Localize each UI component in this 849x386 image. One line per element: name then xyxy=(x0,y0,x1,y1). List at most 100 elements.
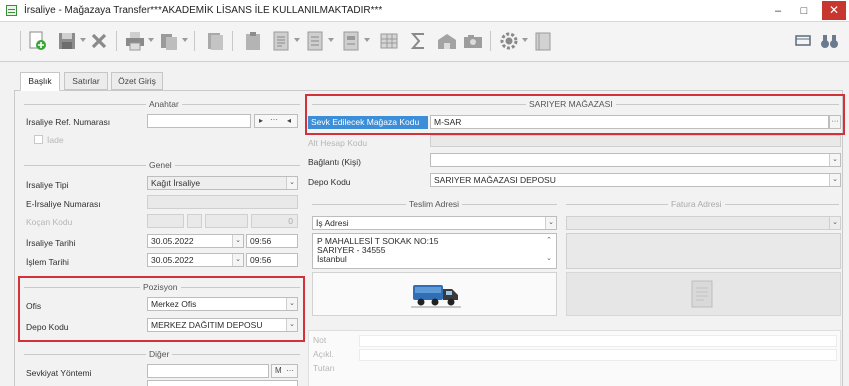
baglanti-select[interactable]: ⌄ xyxy=(430,153,841,167)
fatura-type-select[interactable]: ⌄ xyxy=(566,216,841,230)
kocan-dropdown[interactable] xyxy=(187,214,202,228)
irsaliye-tipi-select[interactable]: Kağıt İrsaliye ⌄ xyxy=(147,176,298,190)
amount-label: Tutarı xyxy=(313,363,335,373)
notes-input[interactable] xyxy=(359,335,837,347)
ellipsis-icon[interactable]: ··· xyxy=(829,115,841,129)
notes-area[interactable]: Not Açıkl. Tutarı xyxy=(308,330,841,386)
book-icon[interactable] xyxy=(532,30,554,52)
new-document-icon[interactable] xyxy=(26,30,48,52)
close-button[interactable]: ✕ xyxy=(822,1,846,20)
print-dropdown-icon[interactable] xyxy=(148,38,154,42)
save-icon[interactable] xyxy=(56,30,78,52)
app-icon xyxy=(6,5,17,16)
notes-label: Not xyxy=(313,335,327,345)
fatura-address-box[interactable] xyxy=(566,233,841,269)
chevron-down-icon[interactable]: ⌄ xyxy=(545,217,556,229)
documents-icon[interactable] xyxy=(204,30,226,52)
teslim-vehicle-panel[interactable] xyxy=(312,272,557,316)
calendar-dropdown-icon[interactable]: ⌄ xyxy=(232,254,243,266)
ofis-label: Ofis xyxy=(26,301,42,311)
grid-icon[interactable] xyxy=(378,30,400,52)
chevron-down-icon[interactable]: ⌄ xyxy=(829,174,840,186)
kocan-number[interactable]: 0 xyxy=(251,214,298,228)
irsaliye-tipi-label: İrsaliye Tipi xyxy=(26,180,69,190)
camera-icon[interactable] xyxy=(462,30,484,52)
form-dropdown-icon[interactable] xyxy=(364,38,370,42)
sevk-magaza-label: Sevk Edilecek Mağaza Kodu xyxy=(308,116,428,129)
ofis-value: Merkez Ofis xyxy=(151,299,197,309)
genel-group-title: Genel xyxy=(146,160,175,170)
scroll-up-icon[interactable]: ⌃ xyxy=(546,236,552,244)
print-icon[interactable] xyxy=(124,30,146,52)
chevron-down-icon[interactable]: ⌄ xyxy=(286,177,297,189)
report-dropdown-icon[interactable] xyxy=(294,38,300,42)
settings-dropdown-icon[interactable] xyxy=(522,38,528,42)
minimize-button[interactable]: – xyxy=(768,3,788,19)
depo-kodu-select[interactable]: MERKEZ DAĞITIM DEPOSU ⌄ xyxy=(147,318,298,332)
address-line: İstanbul xyxy=(317,254,347,264)
magaza-depo-select[interactable]: SARIYER MAĞAZASI DEPOSU ⌄ xyxy=(430,173,841,187)
copy-document-icon[interactable] xyxy=(158,30,180,52)
kocan-label: Koçan Kodu xyxy=(26,217,73,227)
prev-arrow-icon[interactable]: ◂ xyxy=(287,116,291,125)
description-input[interactable] xyxy=(359,349,837,361)
sevk-magaza-input[interactable]: M-SAR xyxy=(430,115,829,129)
toolbar-separator xyxy=(20,31,21,51)
islem-date-input[interactable]: 30.05.2022 ⌄ xyxy=(147,253,244,267)
magaza-depo-label: Depo Kodu xyxy=(308,177,351,187)
warehouse-icon[interactable] xyxy=(436,30,458,52)
teslim-address-box[interactable]: P MAHALLESİ T SOKAK NO:15 SARIYER - 3455… xyxy=(312,233,557,269)
depo-kodu-value: MERKEZ DAĞITIM DEPOSU xyxy=(151,320,263,330)
irsaliye-date-input[interactable]: 30.05.2022 ⌄ xyxy=(147,234,244,248)
list-dropdown-icon[interactable] xyxy=(328,38,334,42)
magaza-depo-value: SARIYER MAĞAZASI DEPOSU xyxy=(434,175,556,185)
maximize-button[interactable]: □ xyxy=(794,3,814,19)
baglanti-label: Bağlantı (Kişi) xyxy=(308,157,361,167)
chevron-down-icon[interactable]: ⌄ xyxy=(829,217,840,229)
scroll-down-icon[interactable]: ⌄ xyxy=(546,254,552,262)
binoculars-icon[interactable] xyxy=(818,30,840,52)
form-document-icon[interactable] xyxy=(340,30,362,52)
description-label: Açıkl. xyxy=(313,349,334,359)
tab-satirlar[interactable]: Satırlar xyxy=(64,72,108,90)
alt-hesap-input[interactable] xyxy=(430,135,841,147)
next-arrow-icon[interactable]: ▸ xyxy=(259,116,263,125)
chevron-down-icon[interactable]: ⌄ xyxy=(286,319,297,331)
ellipsis-icon[interactable]: ··· xyxy=(270,115,278,124)
kocan-series[interactable] xyxy=(205,214,248,228)
settings-gear-icon[interactable] xyxy=(498,30,520,52)
irsaliye-time-input[interactable]: 09:56 xyxy=(246,234,298,248)
chevron-down-icon[interactable]: ⌄ xyxy=(829,154,840,166)
document-icon xyxy=(691,280,713,308)
calendar-dropdown-icon[interactable]: ⌄ xyxy=(232,235,243,247)
list-document-icon[interactable] xyxy=(304,30,326,52)
teslim-type-select[interactable]: İş Adresi ⌄ xyxy=(312,216,557,230)
toolbar xyxy=(0,22,849,62)
save-dropdown-icon[interactable] xyxy=(80,38,86,42)
pozisyon-group-title: Pozisyon xyxy=(140,282,181,292)
report-icon[interactable] xyxy=(270,30,292,52)
window-layout-icon[interactable] xyxy=(792,30,814,52)
ellipsis-icon[interactable]: ··· xyxy=(286,365,294,377)
kocan-input[interactable] xyxy=(147,214,184,228)
diger-next-input[interactable] xyxy=(147,380,298,386)
sevkiyat-buttons: M ··· xyxy=(271,364,298,378)
e-irsaliye-input[interactable] xyxy=(147,195,298,209)
sum-icon[interactable] xyxy=(408,30,430,52)
sevkiyat-input[interactable] xyxy=(147,364,269,378)
iade-label: İade xyxy=(47,135,64,145)
toolbar-separator xyxy=(490,31,491,51)
copy-dropdown-icon[interactable] xyxy=(182,38,188,42)
delete-icon[interactable] xyxy=(88,30,110,52)
clipboard-icon[interactable] xyxy=(242,30,264,52)
chevron-down-icon[interactable]: ⌄ xyxy=(286,298,297,310)
islem-time-input[interactable]: 09:56 xyxy=(246,253,298,267)
ref-number-input[interactable] xyxy=(147,114,251,128)
tab-ozet-giris[interactable]: Özet Giriş xyxy=(111,72,163,90)
irsaliye-tarihi-label: İrsaliye Tarihi xyxy=(26,238,76,248)
sevkiyat-m-button[interactable]: M xyxy=(275,365,282,377)
iade-checkbox[interactable] xyxy=(34,135,43,144)
tab-baslik[interactable]: Başlık xyxy=(20,72,60,91)
ofis-select[interactable]: Merkez Ofis ⌄ xyxy=(147,297,298,311)
fatura-document-panel[interactable] xyxy=(566,272,841,316)
